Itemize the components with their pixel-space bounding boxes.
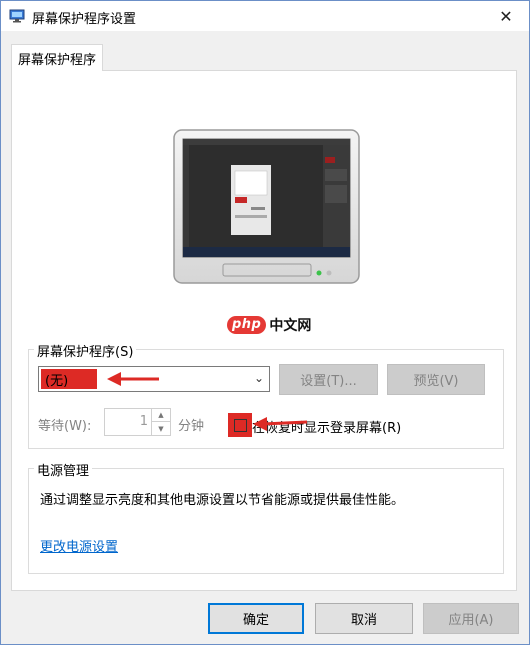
cancel-button[interactable]: 取消: [315, 603, 413, 634]
stepper-down-icon[interactable]: ▼: [152, 422, 170, 435]
chevron-down-icon: ⌄: [253, 371, 264, 385]
apply-button[interactable]: 应用(A): [423, 603, 519, 634]
stepper-up-icon[interactable]: ▲: [152, 409, 170, 422]
annotation-arrow-icon: [107, 372, 159, 386]
window-title: 屏幕保护程序设置: [32, 12, 137, 27]
settings-button[interactable]: 设置(T)...: [279, 364, 378, 395]
preview-button-label: 预览(V): [413, 374, 459, 389]
close-icon: ✕: [499, 6, 513, 26]
change-power-settings-link[interactable]: 更改电源设置: [40, 536, 118, 555]
screensaver-settings-window: 屏幕保护程序设置 ✕ 屏幕保护程序 php 中文网 屏幕保护程序(S) (无) …: [0, 0, 530, 645]
ok-button[interactable]: 确定: [208, 603, 304, 634]
title-bar: 屏幕保护程序设置 ✕: [1, 1, 529, 31]
resume-login-checkbox[interactable]: [234, 419, 247, 432]
monitor-preview-icon: [173, 129, 360, 284]
preview-button[interactable]: 预览(V): [387, 364, 485, 395]
tab-screensaver[interactable]: 屏幕保护程序: [11, 44, 103, 71]
power-group-label: 电源管理: [34, 460, 93, 479]
annotation-arrow-icon: [253, 417, 308, 431]
watermark-text: 中文网: [269, 318, 312, 334]
power-description: 通过调整显示亮度和其他电源设置以节省能源或提供最佳性能。: [40, 493, 405, 508]
watermark-logo: php 中文网: [227, 314, 311, 336]
select-value: (无): [45, 374, 69, 389]
screensaver-group-label: 屏幕保护程序(S): [34, 341, 137, 360]
display-settings-icon: [9, 9, 25, 23]
apply-button-label: 应用(A): [448, 613, 494, 628]
power-management-group: 电源管理: [28, 460, 504, 574]
cancel-button-label: 取消: [350, 613, 377, 628]
ok-button-label: 确定: [242, 613, 269, 628]
wait-unit-label: 分钟: [178, 419, 205, 434]
watermark-badge: php: [227, 316, 267, 334]
wait-label: 等待(W):: [38, 419, 92, 434]
close-button[interactable]: ✕: [483, 1, 529, 31]
stepper-buttons: ▲ ▼: [151, 409, 170, 435]
wait-minutes-stepper[interactable]: 1 ▲ ▼: [104, 408, 171, 436]
settings-button-label: 设置(T)...: [300, 374, 357, 389]
wait-value: 1: [139, 414, 148, 429]
tab-label: 屏幕保护程序: [17, 52, 96, 68]
